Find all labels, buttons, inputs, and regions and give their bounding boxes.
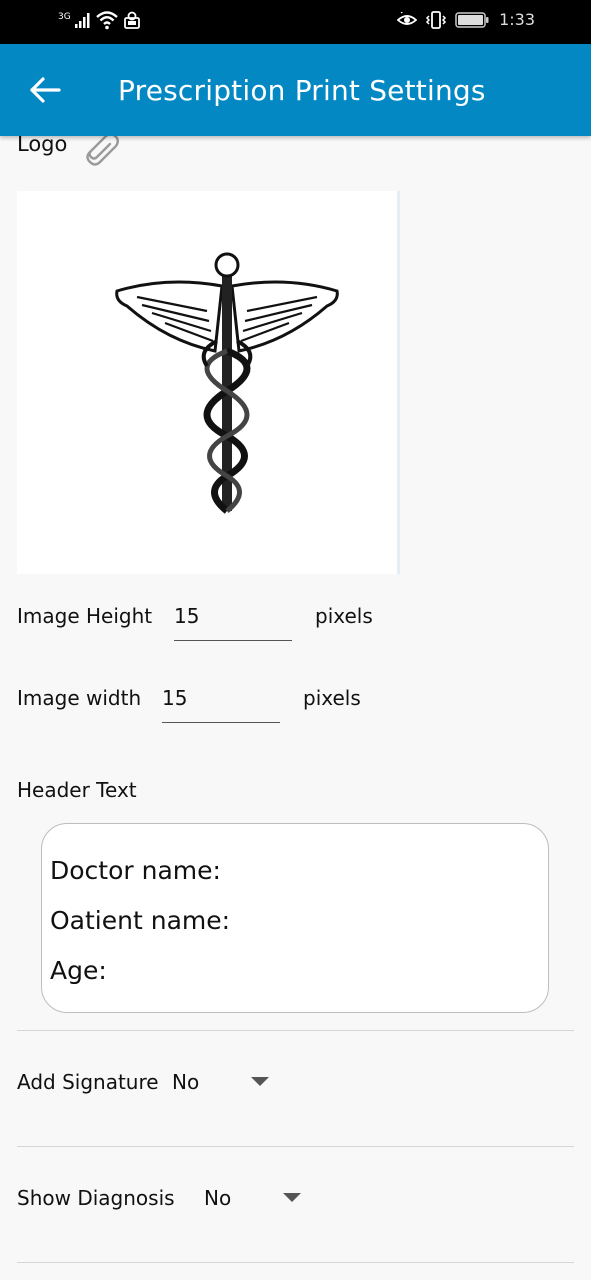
show-diagnosis-select[interactable]: No	[204, 1186, 231, 1210]
divider	[17, 1030, 574, 1031]
show-diagnosis-label: Show Diagnosis	[17, 1186, 175, 1210]
image-height-label: Image Height	[17, 604, 153, 628]
header-line-doctor: Doctor name:	[50, 856, 221, 885]
status-bar: 3G 1:33	[0, 0, 591, 44]
network-type: 3G	[58, 11, 71, 22]
image-width-row: Image width pixels	[17, 680, 577, 730]
image-height-input[interactable]	[174, 598, 292, 641]
divider	[17, 1262, 574, 1263]
header-text-field[interactable]: Doctor name: Oatient name: Age:	[41, 823, 549, 1013]
header-text-label: Header Text	[17, 778, 137, 802]
image-width-unit: pixels	[303, 686, 361, 710]
image-width-input[interactable]	[162, 680, 280, 723]
logo-image	[17, 191, 400, 574]
header-line-age: Age:	[50, 956, 107, 985]
add-signature-dropdown-icon[interactable]	[251, 1077, 269, 1086]
vibrate-icon	[426, 10, 447, 29]
clock: 1:33	[499, 10, 535, 29]
status-right: 1:33	[397, 10, 535, 29]
eye-comfort-icon	[397, 11, 418, 25]
page-title: Prescription Print Settings	[118, 74, 486, 107]
image-width-label: Image width	[17, 686, 142, 710]
signal-icon	[74, 13, 90, 28]
add-signature-label: Add Signature	[17, 1070, 159, 1094]
back-arrow-icon	[30, 77, 61, 103]
wifi-icon	[95, 11, 118, 30]
caduceus-icon	[115, 252, 339, 514]
show-diagnosis-dropdown-icon[interactable]	[283, 1193, 301, 1202]
status-left: 3G	[58, 10, 141, 30]
app-bar: Prescription Print Settings	[0, 44, 591, 136]
back-button[interactable]	[26, 70, 66, 110]
battery-icon	[455, 11, 489, 28]
notification-icon	[123, 11, 140, 29]
image-height-unit: pixels	[315, 604, 373, 628]
divider	[17, 1146, 574, 1147]
image-height-row: Image Height pixels	[17, 598, 577, 648]
add-signature-select[interactable]: No	[172, 1070, 199, 1094]
header-line-patient: Oatient name:	[50, 906, 231, 935]
